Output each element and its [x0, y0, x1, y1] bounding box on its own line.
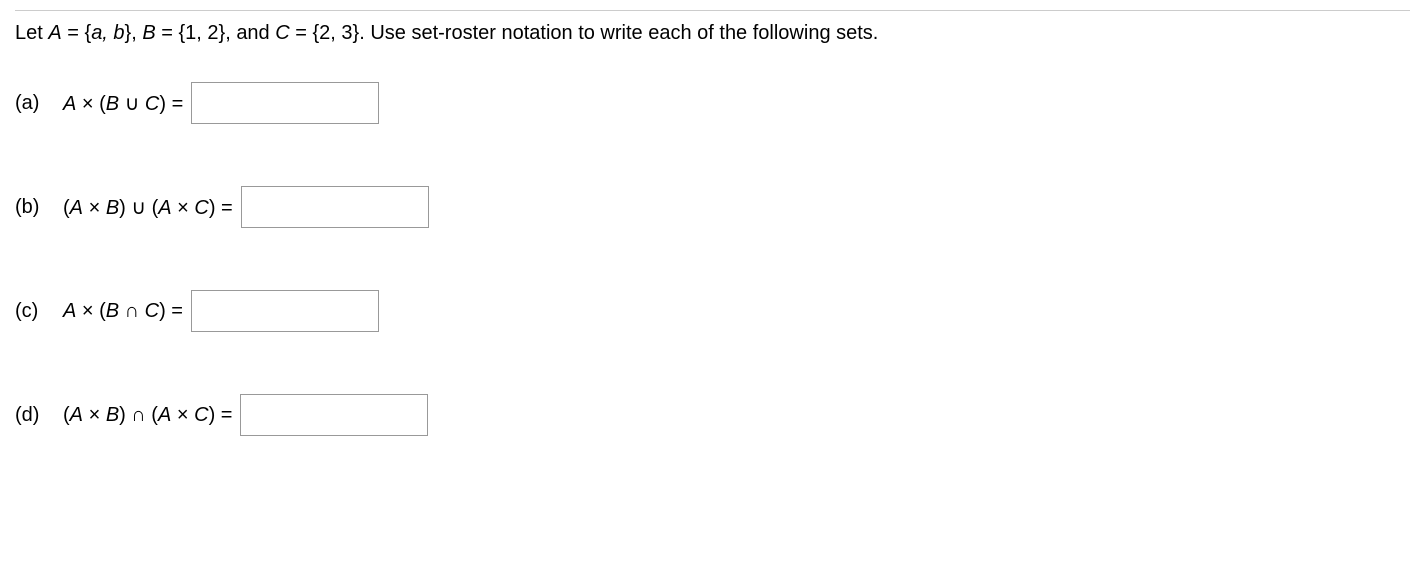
- answer-input-b[interactable]: [241, 186, 429, 228]
- question-a-expression: A × (B ∪ C) =: [63, 82, 379, 124]
- answer-input-a[interactable]: [191, 82, 379, 124]
- question-b-label: (b): [15, 196, 45, 219]
- expr-b-C2: C: [194, 197, 208, 219]
- expr-d-close1: ) ∩ (: [119, 404, 158, 426]
- expr-c-inter: ∩: [119, 300, 145, 322]
- expr-d-times1: ×: [83, 404, 106, 426]
- expr-a-A: A: [63, 93, 76, 115]
- expr-d-open1: (: [63, 404, 70, 426]
- expr-a-B: B: [106, 93, 119, 115]
- question-b-expression: (A × B) ∪ (A × C) =: [63, 186, 429, 228]
- expr-a-text: A × (B ∪ C) =: [63, 91, 183, 116]
- expr-b-A2: A: [158, 197, 171, 219]
- set-A-close: },: [125, 22, 143, 44]
- question-a-row: (a) A × (B ∪ C) =: [15, 82, 1410, 124]
- answer-input-d[interactable]: [240, 394, 428, 436]
- expr-a-close: ) =: [159, 93, 183, 115]
- set-B-var: B: [142, 22, 155, 44]
- prompt-prefix: Let: [15, 22, 48, 44]
- problem-prompt: Let A = {a, b}, B = {1, 2}, and C = {2, …: [15, 19, 1410, 47]
- expr-d-A1: A: [70, 404, 83, 426]
- set-A-eq: = {: [62, 22, 91, 44]
- expr-b-text: (A × B) ∪ (A × C) =: [63, 195, 233, 220]
- expr-a-C: C: [145, 93, 159, 115]
- expr-d-A2: A: [158, 404, 171, 426]
- expr-a-union: ∪: [119, 93, 145, 115]
- expr-d-B1: B: [106, 404, 119, 426]
- question-c-expression: A × (B ∩ C) =: [63, 290, 379, 332]
- top-border: [15, 10, 1410, 11]
- expr-d-C2: C: [194, 404, 208, 426]
- expr-d-text: (A × B) ∩ (A × C) =: [63, 404, 232, 427]
- expr-b-A1: A: [70, 197, 83, 219]
- expr-c-B: B: [106, 300, 119, 322]
- expr-c-A: A: [63, 300, 76, 322]
- set-B-eq: = {1, 2}, and: [156, 22, 276, 44]
- expr-b-times2: ×: [172, 197, 195, 219]
- question-d-label: (d): [15, 404, 45, 427]
- answer-input-c[interactable]: [191, 290, 379, 332]
- expr-b-open1: (: [63, 197, 70, 219]
- set-A-elems: a, b: [91, 22, 124, 44]
- question-d-expression: (A × B) ∩ (A × C) =: [63, 394, 428, 436]
- expr-b-close1: ) ∪ (: [119, 197, 158, 219]
- expr-c-text: A × (B ∩ C) =: [63, 300, 183, 323]
- expr-c-C: C: [145, 300, 159, 322]
- question-d-row: (d) (A × B) ∩ (A × C) =: [15, 394, 1410, 436]
- question-c-label: (c): [15, 300, 45, 323]
- question-a-label: (a): [15, 92, 45, 115]
- expr-b-times1: ×: [83, 197, 106, 219]
- expr-c-close: ) =: [159, 300, 183, 322]
- set-A-var: A: [48, 22, 61, 44]
- question-b-row: (b) (A × B) ∪ (A × C) =: [15, 186, 1410, 228]
- expr-a-times: × (: [76, 93, 105, 115]
- expr-d-times2: ×: [171, 404, 194, 426]
- expr-b-close2: ) =: [209, 197, 233, 219]
- set-C-eq: = {2, 3}. Use set-roster notation to wri…: [290, 22, 879, 44]
- question-c-row: (c) A × (B ∩ C) =: [15, 290, 1410, 332]
- set-C-var: C: [275, 22, 289, 44]
- expr-d-close2: ) =: [209, 404, 233, 426]
- expr-b-B1: B: [106, 197, 119, 219]
- expr-c-times: × (: [76, 300, 105, 322]
